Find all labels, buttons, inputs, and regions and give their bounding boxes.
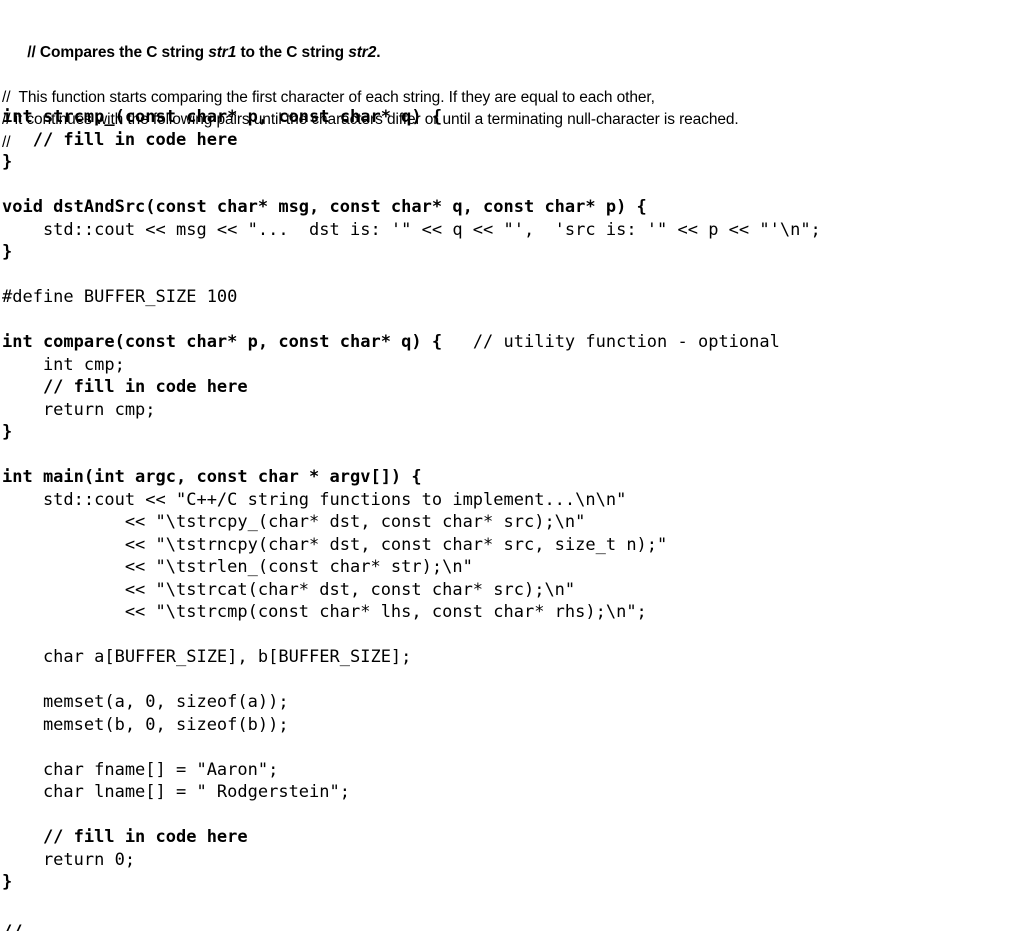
- code-line: int strcmp_(const char* p, const char* q…: [2, 107, 443, 127]
- code-line: }: [2, 422, 13, 442]
- code-line: // fill in code here: [2, 827, 248, 847]
- code-line: std::cout << msg << "... dst is: '" << q…: [2, 219, 821, 240]
- code-line: char fname[] = "Aaron";: [2, 759, 279, 780]
- code-line: char lname[] = " Rodgerstein";: [2, 782, 350, 802]
- code-line: << "\tstrcat(char* dst, const char* src)…: [2, 579, 576, 600]
- code-line: }: [2, 242, 13, 262]
- code-line: << "\tstrcmp(const char* lhs, const char…: [2, 602, 647, 622]
- code-listing-page: // Compares the C string str1 to the C s…: [0, 0, 1024, 931]
- code-line: int cmp;: [2, 354, 125, 375]
- code-line: }: [2, 872, 13, 892]
- code-line: memset(a, 0, sizeof(a));: [2, 692, 289, 712]
- code-line: #define BUFFER_SIZE 100: [2, 287, 238, 307]
- code-line: return cmp;: [2, 399, 156, 420]
- doc-comment-line-1-text: // Compares the C string str1 to the C s…: [27, 43, 381, 61]
- code-line: void dstAndSrc(const char* msg, const ch…: [2, 197, 647, 217]
- code-body: int strcmp_(const char* p, const char* q…: [2, 106, 1022, 894]
- code-line: << "\tstrlen_(const char* str);\n": [2, 557, 473, 577]
- code-line: int compare(const char* p, const char* q…: [2, 331, 1022, 354]
- param-str1: str1: [208, 43, 237, 61]
- code-segment-comment: // utility function - optional: [442, 332, 780, 352]
- code-line: // fill in code here: [2, 129, 238, 150]
- code-line: char a[BUFFER_SIZE], b[BUFFER_SIZE];: [2, 647, 412, 667]
- trailing-comment-clipped: //: [2, 921, 22, 931]
- doc-comment-line-1: // Compares the C string str1 to the C s…: [2, 19, 1020, 87]
- code-line: int main(int argc, const char * argv[]) …: [2, 467, 422, 487]
- code-line: return 0;: [2, 849, 136, 870]
- code-segment-bold: int compare(const char* p, const char* q…: [2, 332, 443, 352]
- code-line: memset(b, 0, sizeof(b));: [2, 714, 289, 735]
- code-line: std::cout << "C++/C string functions to …: [2, 489, 627, 510]
- code-line: << "\tstrcpy_(char* dst, const char* src…: [2, 512, 586, 532]
- code-line: // fill in code here: [2, 377, 248, 397]
- param-str2: str2: [348, 43, 377, 61]
- code-line: }: [2, 152, 13, 172]
- code-line: << "\tstrncpy(char* dst, const char* src…: [2, 534, 668, 555]
